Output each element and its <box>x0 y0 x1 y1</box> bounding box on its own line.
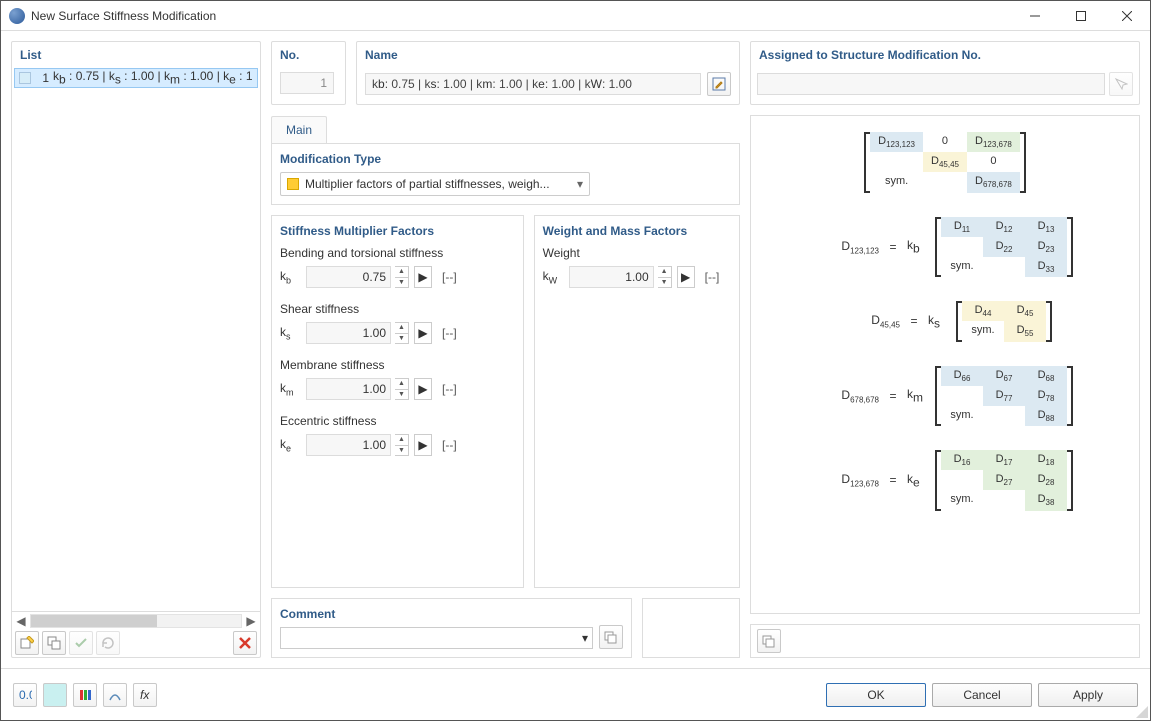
tab-strip: Main <box>271 115 740 143</box>
svg-text:0.00: 0.00 <box>19 688 32 702</box>
modification-type-header: Modification Type <box>280 152 731 166</box>
weight-symbol: kW <box>543 269 565 285</box>
tab-main[interactable]: Main <box>271 116 327 143</box>
weight-label: Weight <box>543 246 731 260</box>
app-icon <box>9 8 25 24</box>
window-title: New Surface Stiffness Modification <box>31 9 1012 23</box>
apply-check-button[interactable] <box>69 631 93 655</box>
surface-view-button[interactable] <box>43 683 67 707</box>
membrane-symbol: km <box>280 381 302 397</box>
pick-structure-button[interactable] <box>1109 72 1133 96</box>
bending-symbol: kb <box>280 269 302 285</box>
name-panel: Name kb : 0.75 | ks : 1.00 | km : 1.00 |… <box>356 41 740 105</box>
number-panel: No. <box>271 41 346 105</box>
assigned-header: Assigned to Structure Modification No. <box>751 42 1139 68</box>
function-button[interactable]: fx <box>133 683 157 707</box>
membrane-label: Membrane stiffness <box>280 358 515 372</box>
shear-input[interactable] <box>306 322 391 344</box>
list-item[interactable]: 1 kb : 0.75 | ks : 1.00 | km : 1.00 | ke… <box>14 68 258 88</box>
membrane-input[interactable] <box>306 378 391 400</box>
svg-text:fx: fx <box>140 688 150 702</box>
shear-spinner[interactable]: ▲▼ <box>395 322 409 344</box>
name-field[interactable]: kb : 0.75 | ks : 1.00 | km : 1.00 | ke :… <box>365 73 701 95</box>
edit-name-button[interactable] <box>707 72 731 96</box>
bending-spinner[interactable]: ▲▼ <box>395 266 409 288</box>
resize-grip-icon[interactable] <box>1136 706 1148 718</box>
aux-panel <box>642 598 740 658</box>
eccentric-spinner[interactable]: ▲▼ <box>395 434 409 456</box>
membrane-unit: [--] <box>442 382 457 396</box>
weight-input[interactable] <box>569 266 654 288</box>
assigned-panel: Assigned to Structure Modification No. <box>750 41 1140 105</box>
comment-library-button[interactable] <box>599 625 623 649</box>
type-color-swatch-icon <box>287 178 299 190</box>
color-legend-button[interactable] <box>73 683 97 707</box>
stiffness-diagram: D123,1230D123,678 D45,450 sym.D678,678 D… <box>750 115 1140 614</box>
weight-step-button[interactable]: ▶ <box>677 266 695 288</box>
render-button[interactable] <box>103 683 127 707</box>
scroll-left-icon[interactable]: ◀ <box>12 612 30 630</box>
ok-button[interactable]: OK <box>826 683 926 707</box>
color-swatch-icon <box>19 72 31 84</box>
bending-label: Bending and torsional stiffness <box>280 246 515 260</box>
comment-panel: Comment ▾ <box>271 598 632 658</box>
list-item-label: kb : 0.75 | ks : 1.00 | km : 1.00 | ke :… <box>53 69 253 86</box>
list-panel: List 1 kb : 0.75 | ks : 1.00 | km : 1.00… <box>11 41 261 658</box>
chevron-down-icon: ▾ <box>577 177 583 191</box>
units-button[interactable]: 0.00 <box>13 683 37 707</box>
number-header: No. <box>272 42 345 68</box>
chevron-down-icon: ▾ <box>582 631 588 645</box>
list-header: List <box>12 42 260 68</box>
eccentric-symbol: ke <box>280 437 302 453</box>
titlebar: New Surface Stiffness Modification <box>1 1 1150 31</box>
weight-spinner[interactable]: ▲▼ <box>658 266 672 288</box>
modification-type-panel: Modification Type Multiplier factors of … <box>271 143 740 205</box>
shear-label: Shear stiffness <box>280 302 515 316</box>
scroll-right-icon[interactable]: ▶ <box>242 612 260 630</box>
close-button[interactable] <box>1104 1 1150 30</box>
delete-button[interactable] <box>233 631 257 655</box>
stiffness-factors-header: Stiffness Multiplier Factors <box>280 224 515 238</box>
bending-step-button[interactable]: ▶ <box>414 266 432 288</box>
eccentric-input[interactable] <box>306 434 391 456</box>
shear-step-button[interactable]: ▶ <box>414 322 432 344</box>
modification-type-dropdown[interactable]: Multiplier factors of partial stiffnesse… <box>280 172 590 196</box>
membrane-step-button[interactable]: ▶ <box>414 378 432 400</box>
shear-symbol: ks <box>280 325 302 341</box>
eccentric-unit: [--] <box>442 438 457 452</box>
diagram-toolbar <box>750 624 1140 658</box>
list-item-index: 1 <box>35 71 49 85</box>
copy-item-button[interactable] <box>42 631 66 655</box>
cancel-button[interactable]: Cancel <box>932 683 1032 707</box>
weight-factors-panel: Weight and Mass Factors Weight kW ▲▼ ▶ [… <box>534 215 740 588</box>
list-toolbar <box>12 629 260 657</box>
name-header: Name <box>357 42 739 68</box>
apply-button[interactable]: Apply <box>1038 683 1138 707</box>
maximize-button[interactable] <box>1058 1 1104 30</box>
eccentric-step-button[interactable]: ▶ <box>414 434 432 456</box>
weight-unit: [--] <box>705 270 720 284</box>
bending-unit: [--] <box>442 270 457 284</box>
diagram-settings-button[interactable] <box>757 629 781 653</box>
comment-header: Comment <box>280 607 593 621</box>
list-horizontal-scrollbar[interactable]: ◀ ▶ <box>12 611 260 629</box>
eccentric-label: Eccentric stiffness <box>280 414 515 428</box>
assigned-field[interactable] <box>757 73 1105 95</box>
weight-factors-header: Weight and Mass Factors <box>543 224 731 238</box>
shear-unit: [--] <box>442 326 457 340</box>
stiffness-factors-panel: Stiffness Multiplier Factors Bending and… <box>271 215 524 588</box>
bending-input[interactable] <box>306 266 391 288</box>
new-item-button[interactable] <box>15 631 39 655</box>
membrane-spinner[interactable]: ▲▼ <box>395 378 409 400</box>
comment-combobox[interactable]: ▾ <box>280 627 593 649</box>
refresh-button[interactable] <box>96 631 120 655</box>
dialog-footer: 0.00 fx OK Cancel Apply <box>1 668 1150 720</box>
minimize-button[interactable] <box>1012 1 1058 30</box>
number-input[interactable] <box>280 72 334 94</box>
modification-type-selected: Multiplier factors of partial stiffnesse… <box>305 177 571 191</box>
